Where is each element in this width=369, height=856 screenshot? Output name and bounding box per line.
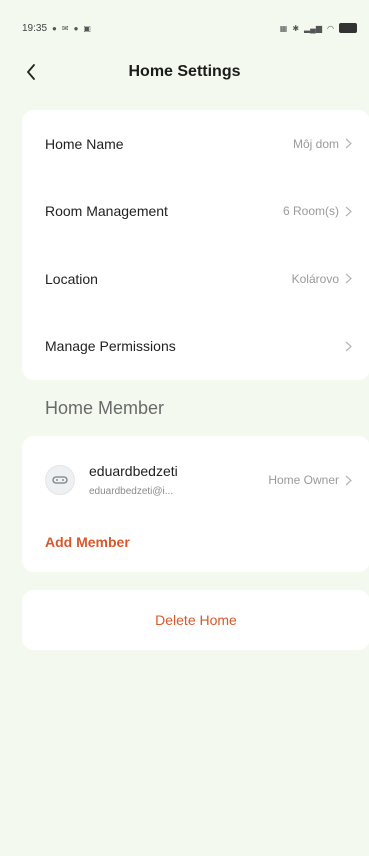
battery-icon	[339, 23, 357, 33]
member-info: eduardbedzeti eduardbedzeti@i...	[89, 463, 178, 497]
back-button[interactable]	[26, 56, 54, 88]
nfc-icon: ▦	[279, 23, 288, 33]
room-management-label: Room Management	[45, 203, 168, 220]
home-name-value: Môj dom	[292, 136, 339, 151]
chevron-right-icon	[345, 475, 352, 485]
home-name-row[interactable]: Home Name Môj dom	[22, 110, 369, 178]
chevron-right-icon	[345, 138, 352, 149]
status-left: 19:35 ● ✉ ● ▣	[22, 23, 91, 34]
home-name-label: Home Name	[45, 135, 124, 152]
member-card: eduardbedzeti eduardbedzeti@i... Home Ow…	[22, 436, 369, 572]
header: Home Settings	[0, 56, 369, 88]
notification-dot-icon-2: ●	[73, 23, 79, 33]
message-icon: ✉	[61, 23, 69, 33]
avatar	[45, 465, 75, 495]
page-title: Home Settings	[128, 63, 241, 80]
bluetooth-icon: ✱	[292, 23, 300, 33]
notification-dot-icon: ●	[52, 23, 57, 33]
gallery-icon: ▣	[83, 23, 91, 33]
member-left: eduardbedzeti eduardbedzeti@i...	[45, 463, 178, 497]
status-bar: 19:35 ● ✉ ● ▣ ▦ ✱ ▂▄▆ ◠	[0, 0, 369, 56]
user-avatar-icon	[52, 476, 68, 484]
home-member-section-title: Home Member	[45, 398, 165, 418]
location-row[interactable]: Location Kolárovo	[22, 245, 369, 313]
manage-permissions-row[interactable]: Manage Permissions	[22, 313, 369, 381]
chevron-right-icon	[345, 206, 352, 217]
wifi-icon: ◠	[327, 23, 334, 33]
member-role: Home Owner	[268, 473, 339, 487]
delete-home-button[interactable]: Delete Home	[22, 590, 369, 650]
member-email: eduardbedzeti@i...	[89, 486, 174, 497]
room-management-value: 6 Room(s)	[282, 204, 339, 219]
member-row[interactable]: eduardbedzeti eduardbedzeti@i... Home Ow…	[45, 452, 352, 508]
location-value: Kolárovo	[291, 271, 339, 286]
signal-icon: ▂▄▆	[304, 23, 323, 33]
location-label: Location	[45, 270, 98, 287]
chevron-left-icon	[27, 64, 35, 80]
room-management-right: 6 Room(s)	[283, 204, 352, 218]
member-role-right: Home Owner	[268, 473, 352, 487]
chevron-right-icon	[345, 341, 352, 352]
status-time: 19:35	[22, 22, 48, 34]
manage-permissions-right	[339, 341, 352, 352]
room-management-row[interactable]: Room Management 6 Room(s)	[22, 178, 369, 246]
chevron-right-icon	[345, 273, 352, 284]
manage-permissions-label: Manage Permissions	[45, 338, 176, 355]
home-name-right: Môj dom	[293, 137, 352, 151]
add-member-button[interactable]: Add Member	[45, 534, 130, 550]
member-name: eduardbedzeti	[89, 463, 178, 479]
delete-home-label: Delete Home	[155, 612, 237, 628]
status-right: ▦ ✱ ▂▄▆ ◠	[280, 23, 357, 33]
location-right: Kolárovo	[292, 272, 352, 286]
settings-card: Home Name Môj dom Room Management 6 Room…	[22, 110, 369, 380]
